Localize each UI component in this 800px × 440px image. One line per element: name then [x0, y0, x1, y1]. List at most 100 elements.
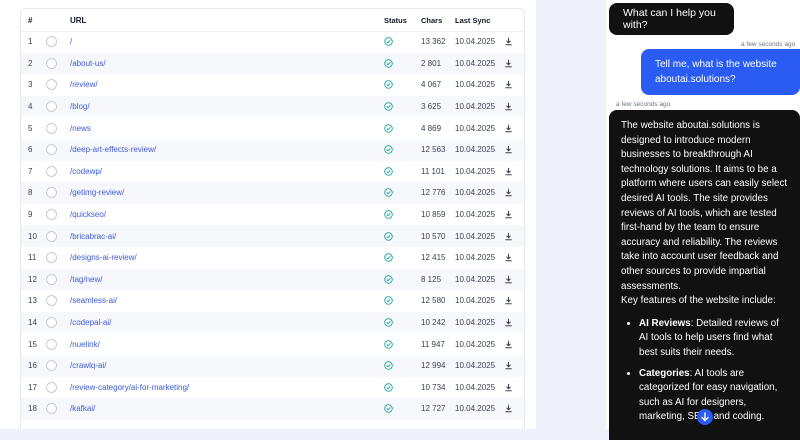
row-select-radio[interactable] [46, 165, 57, 177]
download-button[interactable] [504, 290, 516, 312]
download-button[interactable] [504, 161, 516, 183]
download-button[interactable] [504, 182, 516, 204]
url-link[interactable]: /crawlq-ai/ [70, 361, 106, 370]
download-button[interactable] [504, 74, 516, 96]
row-select[interactable] [46, 333, 60, 355]
url-link[interactable]: /blog/ [70, 102, 90, 111]
row-url[interactable]: /codepal-ai/ [70, 312, 370, 334]
row-select-radio[interactable] [46, 144, 57, 156]
url-link[interactable]: /getimg-review/ [70, 188, 124, 197]
download-icon [505, 210, 512, 219]
download-button[interactable] [504, 247, 516, 269]
download-button[interactable] [504, 225, 516, 247]
row-select[interactable] [46, 225, 60, 247]
row-url[interactable]: /deep-art-effects-review/ [70, 139, 370, 161]
download-button[interactable] [504, 398, 516, 420]
table-row: 4/blog/3 625 10.04.2025 [21, 95, 524, 118]
url-link[interactable]: /about-us/ [70, 59, 106, 68]
download-button[interactable] [504, 377, 516, 399]
download-button[interactable] [504, 333, 516, 355]
row-url[interactable]: /review-category/ai-for-marketing/ [70, 377, 370, 399]
download-button[interactable] [504, 269, 516, 291]
row-select[interactable] [46, 377, 60, 399]
scroll-down-button[interactable] [697, 409, 713, 425]
row-select-radio[interactable] [46, 403, 57, 415]
row-url[interactable]: /designs-ai-review/ [70, 247, 370, 269]
row-select-radio[interactable] [46, 122, 57, 134]
url-link[interactable]: /nuelink/ [70, 340, 100, 349]
row-last-sync: 10.04.2025 [455, 296, 496, 306]
row-select-radio[interactable] [46, 317, 57, 329]
url-link[interactable]: /designs-ai-review/ [70, 253, 137, 262]
row-select-radio[interactable] [46, 101, 57, 113]
download-button[interactable] [504, 312, 516, 334]
row-select[interactable] [46, 290, 60, 312]
url-link[interactable]: /tag/new/ [70, 275, 102, 284]
row-chars: 13 362 [421, 37, 446, 47]
url-link[interactable]: /codepal-ai/ [70, 318, 111, 327]
row-select-radio[interactable] [46, 230, 57, 242]
row-url[interactable]: /crawlq-ai/ [70, 355, 370, 377]
row-url[interactable]: /codewp/ [70, 161, 370, 183]
row-last-sync: 10.04.2025 [455, 80, 496, 90]
row-select-radio[interactable] [46, 36, 57, 48]
row-select-radio[interactable] [46, 57, 57, 69]
url-link[interactable]: /bricabrac-ai/ [70, 232, 116, 241]
row-select[interactable] [46, 204, 60, 226]
url-link[interactable]: /seamless-ai/ [70, 296, 117, 305]
assistant-features-lead: Key features of the website include: [621, 295, 776, 307]
url-link[interactable]: / [70, 37, 72, 46]
row-url[interactable]: /news [70, 117, 370, 139]
row-url[interactable]: / [70, 31, 370, 53]
url-link[interactable]: /codewp/ [70, 167, 102, 176]
row-select[interactable] [46, 312, 60, 334]
row-select[interactable] [46, 355, 60, 377]
row-select[interactable] [46, 31, 60, 53]
row-last-sync: 10.04.2025 [455, 382, 496, 392]
row-select[interactable] [46, 53, 60, 75]
row-select-radio[interactable] [46, 295, 57, 307]
download-button[interactable] [504, 355, 516, 377]
url-link[interactable]: /review/ [70, 80, 98, 89]
check-circle-icon [384, 188, 393, 198]
row-select[interactable] [46, 398, 60, 420]
row-select[interactable] [46, 117, 60, 139]
row-url[interactable]: /review/ [70, 74, 370, 96]
row-select-radio[interactable] [46, 360, 57, 372]
row-url[interactable]: /blog/ [70, 96, 370, 118]
download-button[interactable] [504, 117, 516, 139]
row-url[interactable]: /getimg-review/ [70, 182, 370, 204]
row-url[interactable]: /about-us/ [70, 53, 370, 75]
row-select-radio[interactable] [46, 187, 57, 199]
row-select[interactable] [46, 269, 60, 291]
download-button[interactable] [504, 204, 516, 226]
row-select-radio[interactable] [46, 252, 57, 264]
download-button[interactable] [504, 96, 516, 118]
row-url[interactable]: /quickseo/ [70, 204, 370, 226]
row-select-radio[interactable] [46, 381, 57, 393]
row-select[interactable] [46, 74, 60, 96]
feature-item: AI Reviews: Detailed reviews of AI tools… [639, 317, 790, 361]
row-select[interactable] [46, 139, 60, 161]
row-select[interactable] [46, 161, 60, 183]
row-url[interactable]: /kafkai/ [70, 398, 370, 420]
row-url[interactable]: /tag/new/ [70, 269, 370, 291]
row-select[interactable] [46, 247, 60, 269]
row-select-radio[interactable] [46, 273, 57, 285]
row-url[interactable]: /bricabrac-ai/ [70, 225, 370, 247]
download-button[interactable] [504, 31, 516, 53]
row-url[interactable]: /seamless-ai/ [70, 290, 370, 312]
row-select-radio[interactable] [46, 209, 57, 221]
download-button[interactable] [504, 53, 516, 75]
row-select-radio[interactable] [46, 338, 57, 350]
url-link[interactable]: /kafkai/ [70, 404, 95, 413]
row-url[interactable]: /nuelink/ [70, 333, 370, 355]
download-button[interactable] [504, 139, 516, 161]
url-link[interactable]: /review-category/ai-for-marketing/ [70, 383, 189, 392]
url-link[interactable]: /news [70, 124, 91, 133]
url-link[interactable]: /quickseo/ [70, 210, 106, 219]
row-select-radio[interactable] [46, 79, 57, 91]
url-link[interactable]: /deep-art-effects-review/ [70, 145, 156, 154]
row-select[interactable] [46, 96, 60, 118]
row-select[interactable] [46, 182, 60, 204]
